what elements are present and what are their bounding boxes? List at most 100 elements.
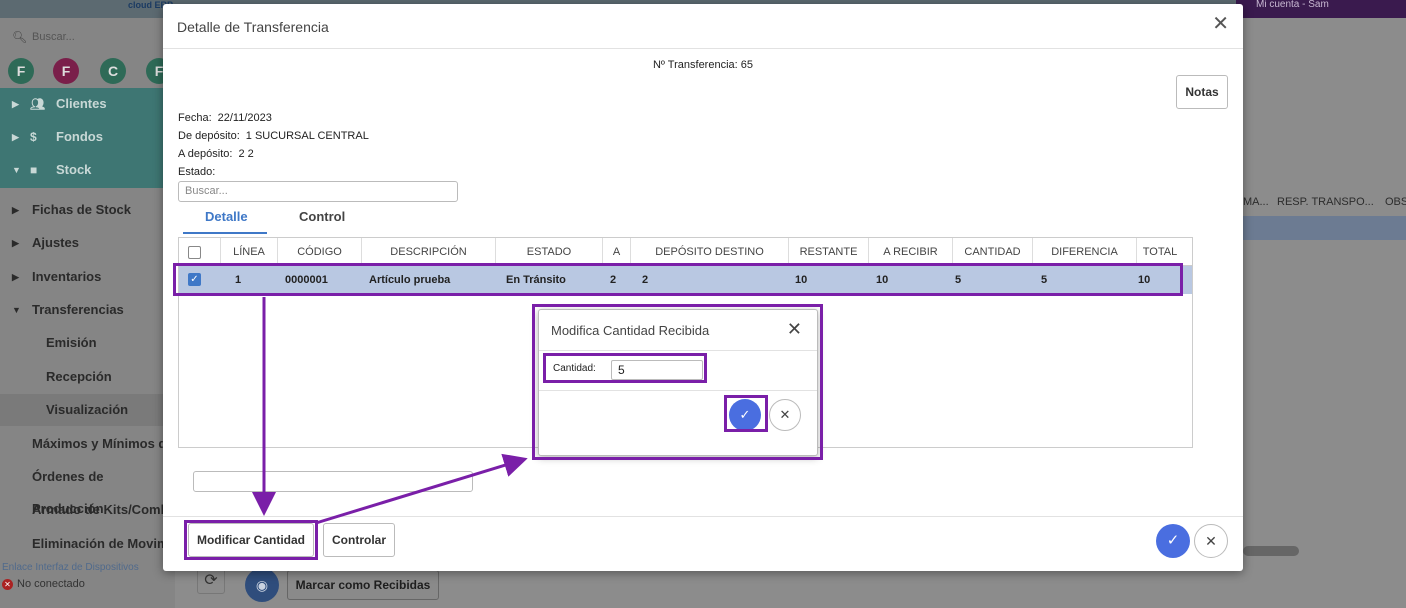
notes-button[interactable]: Notas: [1176, 75, 1228, 109]
device-interface-link[interactable]: Enlace Interfaz de Dispositivos: [2, 562, 139, 573]
column-header[interactable]: CÓDIGO: [278, 238, 362, 266]
field-estado: Estado:: [178, 166, 215, 178]
sidebar-item-recepcion[interactable]: Recepción: [0, 361, 175, 393]
mark-received-button[interactable]: Marcar como Recibidas: [287, 570, 439, 600]
sidebar-item-label: Fondos: [56, 129, 103, 144]
highlight-quantity-field: [543, 353, 707, 383]
field-de-deposito: De depósito: 1 SUCURSAL CENTRAL: [178, 130, 369, 142]
transfer-number: Nº Transferencia: 65: [652, 59, 753, 71]
sidebar-modules: ▶ 👥︎ Clientes ▶ $ Fondos ▼ ■ Stock: [0, 88, 175, 188]
sidebar-item-label: Ajustes: [32, 235, 79, 250]
box-icon: ■: [30, 163, 38, 177]
table-header: LÍNEA CÓDIGO DESCRIPCIÓN ESTADO A DEPÓSI…: [179, 238, 1192, 266]
field-fecha: Fecha: 22/11/2023: [178, 112, 272, 124]
chevron-right-icon: ▶: [12, 132, 19, 142]
transfer-detail-modal: Detalle de Transferencia ✕ Nº Transferen…: [163, 4, 1243, 571]
connection-status: ✕ No conectado: [2, 578, 85, 590]
column-header[interactable]: DESCRIPCIÓN: [362, 238, 496, 266]
de-deposito-value: 1 SUCURSAL CENTRAL: [245, 130, 369, 142]
modal-title: Detalle de Transferencia: [177, 19, 329, 35]
chevron-right-icon: ▶: [12, 99, 19, 109]
field-a-deposito: A depósito: 2 2: [178, 148, 254, 160]
control-button[interactable]: Controlar: [323, 523, 395, 557]
sidebar-item-fichas[interactable]: ▶ Fichas de Stock: [0, 194, 175, 226]
de-deposito-label: De depósito:: [178, 130, 240, 142]
search-input[interactable]: Buscar...: [178, 181, 458, 202]
chevron-down-icon: ▼: [12, 165, 21, 175]
column-header[interactable]: DIFERENCIA: [1033, 238, 1137, 266]
bg-column-header: OBS: [1385, 196, 1406, 208]
sidebar-item-maximos[interactable]: Máximos y Mínimos de: [0, 428, 175, 460]
close-icon[interactable]: ✕: [1212, 14, 1229, 34]
select-all-checkbox[interactable]: [188, 246, 201, 259]
column-header[interactable]: TOTAL: [1137, 238, 1183, 266]
sidebar-item-stock[interactable]: ▼ ■ Stock: [0, 154, 175, 186]
sidebar-search[interactable]: 🔍︎ Buscar...: [8, 26, 158, 48]
column-header[interactable]: A RECIBIR: [869, 238, 953, 266]
column-header[interactable]: LÍNEA: [221, 238, 278, 266]
sidebar-item-ajustes[interactable]: ▶ Ajustes: [0, 227, 175, 259]
column-header[interactable]: ESTADO: [496, 238, 603, 266]
sidebar-item-inventarios[interactable]: ▶ Inventarios: [0, 261, 175, 293]
highlight-confirm-button: [724, 395, 768, 432]
select-all-cell[interactable]: [179, 238, 221, 266]
chevron-right-icon: ▶: [12, 272, 19, 282]
sidebar-item-label: Eliminación de Movimi: [32, 536, 173, 551]
column-header[interactable]: RESTANTE: [789, 238, 869, 266]
sidebar-item-fondos[interactable]: ▶ $ Fondos: [0, 121, 175, 153]
active-tab-indicator: [183, 232, 267, 234]
favorite-shortcut-1[interactable]: F: [8, 58, 34, 84]
sidebar-item-label: Stock: [56, 162, 92, 177]
sidebar-search-placeholder: Buscar...: [32, 31, 75, 43]
a-deposito-label: A depósito:: [178, 148, 233, 160]
highlight-selected-row: [173, 263, 1183, 296]
fecha-value: 22/11/2023: [217, 112, 272, 124]
background-selected-row[interactable]: [1243, 216, 1406, 240]
highlight-modify-button: [184, 520, 318, 560]
sidebar-item-label: Emisión: [46, 335, 97, 350]
sidebar-item-armado[interactable]: Armado de Kits/Comb: [0, 494, 175, 526]
search-icon: 🔍︎: [12, 30, 28, 44]
sidebar-item-label: Fichas de Stock: [32, 202, 131, 217]
column-header[interactable]: CANTIDAD: [953, 238, 1033, 266]
connection-status-text: No conectado: [17, 578, 85, 590]
sidebar: 🔍︎ Buscar... F F C F ▶ 👥︎ Clientes ▶ $ F…: [0, 18, 175, 608]
sidebar-item-eliminacion[interactable]: Eliminación de Movimi: [0, 528, 175, 560]
cancel-x-icon[interactable]: ✕: [1194, 524, 1228, 558]
chevron-down-icon: ▼: [12, 305, 21, 315]
estado-label: Estado:: [178, 166, 216, 178]
eye-icon[interactable]: ◉: [245, 568, 279, 602]
tab-detalle[interactable]: Detalle: [205, 209, 248, 233]
bg-column-header: MA...: [1243, 196, 1269, 208]
observations-input[interactable]: [193, 471, 473, 492]
sidebar-item-visualizacion[interactable]: Visualización: [0, 394, 175, 426]
sidebar-item-label: Clientes: [56, 96, 107, 111]
device-status: Enlace Interfaz de Dispositivos ✕ No cone…: [0, 560, 175, 608]
sidebar-item-ordenes[interactable]: Órdenes de Producción: [0, 461, 175, 516]
chevron-right-icon: ▶: [12, 238, 19, 248]
sidebar-item-label: Armado de Kits/Comb: [32, 502, 169, 517]
sidebar-item-label: Visualización: [46, 402, 129, 417]
favorite-shortcut-2[interactable]: F: [53, 58, 79, 84]
horizontal-scrollbar[interactable]: [1243, 546, 1299, 556]
sidebar-item-label: Recepción: [46, 369, 112, 384]
bg-column-header: RESP. TRANSPO...: [1277, 196, 1374, 208]
divider: [163, 516, 1243, 517]
users-icon: 👥︎: [30, 97, 46, 111]
sidebar-item-transferencias[interactable]: ▼ Transferencias: [0, 294, 175, 326]
dollar-icon: $: [30, 130, 37, 144]
sidebar-item-label: Inventarios: [32, 269, 102, 284]
confirm-check-icon[interactable]: ✓: [1156, 524, 1190, 558]
favorite-shortcut-3[interactable]: C: [100, 58, 126, 84]
account-menu[interactable]: Mi cuenta - Sam: [1236, 0, 1406, 18]
tab-control[interactable]: Control: [299, 209, 345, 233]
sidebar-item-clientes[interactable]: ▶ 👥︎ Clientes: [0, 88, 175, 120]
column-header[interactable]: A: [603, 238, 631, 266]
divider: [163, 48, 1243, 49]
sidebar-item-label: Transferencias: [32, 302, 124, 317]
column-header[interactable]: DEPÓSITO DESTINO: [631, 238, 789, 266]
sidebar-item-label: Máximos y Mínimos de: [32, 436, 174, 451]
chevron-right-icon: ▶: [12, 205, 19, 215]
sidebar-item-emision[interactable]: Emisión: [0, 327, 175, 359]
error-icon: ✕: [2, 579, 13, 590]
